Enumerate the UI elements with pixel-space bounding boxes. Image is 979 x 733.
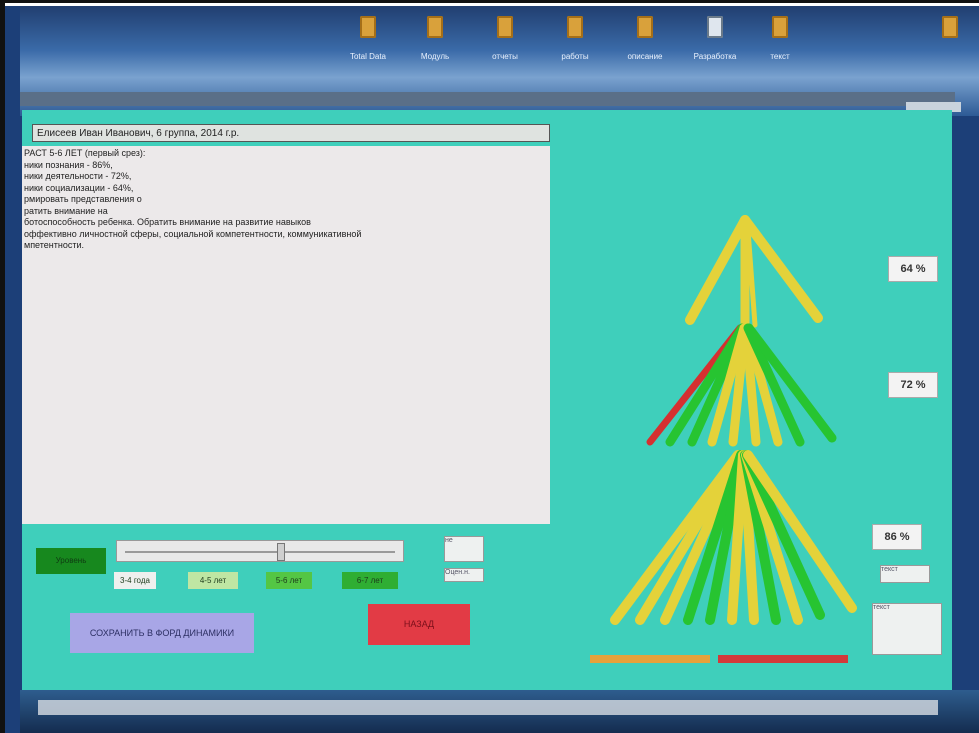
- level-label: Уровень: [36, 548, 106, 574]
- tree-top-branch: [740, 215, 823, 323]
- report-line: РАСТ 5-6 ЛЕТ (первый срез):: [24, 148, 146, 158]
- slider-thumb[interactable]: [276, 543, 285, 561]
- report-line: мпетентности.: [24, 240, 85, 250]
- desktop-icon-description[interactable]: описание: [615, 16, 675, 61]
- folder-icon: [567, 16, 583, 38]
- folder-icon: [360, 16, 376, 38]
- desktop-icon-module[interactable]: Модуль: [405, 16, 465, 61]
- slider-line: [125, 551, 395, 553]
- folder-icon: [942, 16, 958, 38]
- desktop-icon-label: Модуль: [420, 52, 450, 61]
- folder-icon: [497, 16, 513, 38]
- small-field-label: не: [445, 537, 453, 544]
- desktop-icon-development[interactable]: Разработка: [685, 16, 745, 61]
- report-line: ники деятельности - 72%,: [24, 171, 132, 181]
- age-button-3-4[interactable]: 3-4 года: [114, 572, 156, 589]
- report-line: рмировать представления о: [24, 194, 142, 204]
- side-text-area[interactable]: текст: [872, 603, 942, 655]
- small-field-label: текст: [881, 566, 898, 573]
- skill-tree-visualization: [610, 215, 857, 625]
- percent-social: 64 %: [888, 256, 938, 282]
- desktop-icon-label: Total Data: [349, 52, 387, 61]
- report-line: ратить внимание на: [24, 205, 108, 216]
- taskbar-strip: [38, 700, 938, 715]
- report-line: ботоспособность ребенка. Обратить вниман…: [24, 217, 311, 227]
- side-text-field[interactable]: текст: [880, 565, 930, 583]
- age-button-4-5[interactable]: 4-5 лет: [188, 572, 238, 589]
- report-text-area[interactable]: РАСТ 5-6 ЛЕТ (первый срез): ники познани…: [22, 146, 550, 524]
- desktop-icon-label: работы: [561, 52, 589, 61]
- document-icon: [707, 16, 723, 38]
- back-button[interactable]: НАЗАД: [368, 604, 470, 645]
- folder-icon: [427, 16, 443, 38]
- small-field-label: Оцен.н.: [445, 569, 470, 576]
- desktop-icon-label: Разработка: [693, 52, 737, 61]
- percent-cognition: 86 %: [872, 524, 922, 550]
- percent-activity: 72 %: [888, 372, 938, 398]
- report-line: оффективно личностной сферы, социальной …: [24, 228, 362, 239]
- folder-icon: [772, 16, 788, 38]
- age-button-6-7[interactable]: 6-7 лет: [342, 572, 398, 589]
- folder-icon: [637, 16, 653, 38]
- window-title-bar: [20, 92, 955, 106]
- small-field-label: текст: [873, 604, 890, 611]
- desktop-icon-label: отчеты: [492, 52, 518, 61]
- child-name-field[interactable]: Елисеев Иван Иванович, 6 группа, 2014 г.…: [32, 124, 550, 142]
- report-line: ники социализации - 64%,: [24, 182, 134, 193]
- desktop-icon-total-data[interactable]: Total Data: [338, 16, 398, 61]
- save-dynamics-button[interactable]: СОХРАНИТЬ В ФОРД ДИНАМИКИ: [70, 613, 254, 653]
- report-line: ники познания - 86%,: [24, 159, 113, 170]
- desktop-icon-works[interactable]: работы: [545, 16, 605, 61]
- small-input-field[interactable]: не: [444, 536, 484, 562]
- tree-top-branch: [685, 215, 750, 325]
- desktop-icon-label: описание: [627, 52, 663, 61]
- age-button-5-6[interactable]: 5-6 лет: [266, 572, 312, 589]
- desktop-icon-label: текст: [770, 52, 790, 61]
- status-bar-orange: [590, 655, 710, 663]
- age-slider[interactable]: [116, 540, 404, 562]
- desktop-icon-reports[interactable]: отчеты: [475, 16, 535, 61]
- desktop-icon-extra[interactable]: [920, 16, 979, 38]
- small-assessment-field[interactable]: Оцен.н.: [444, 568, 484, 582]
- desktop-icon-text[interactable]: текст: [750, 16, 810, 61]
- status-bar-red: [718, 655, 848, 663]
